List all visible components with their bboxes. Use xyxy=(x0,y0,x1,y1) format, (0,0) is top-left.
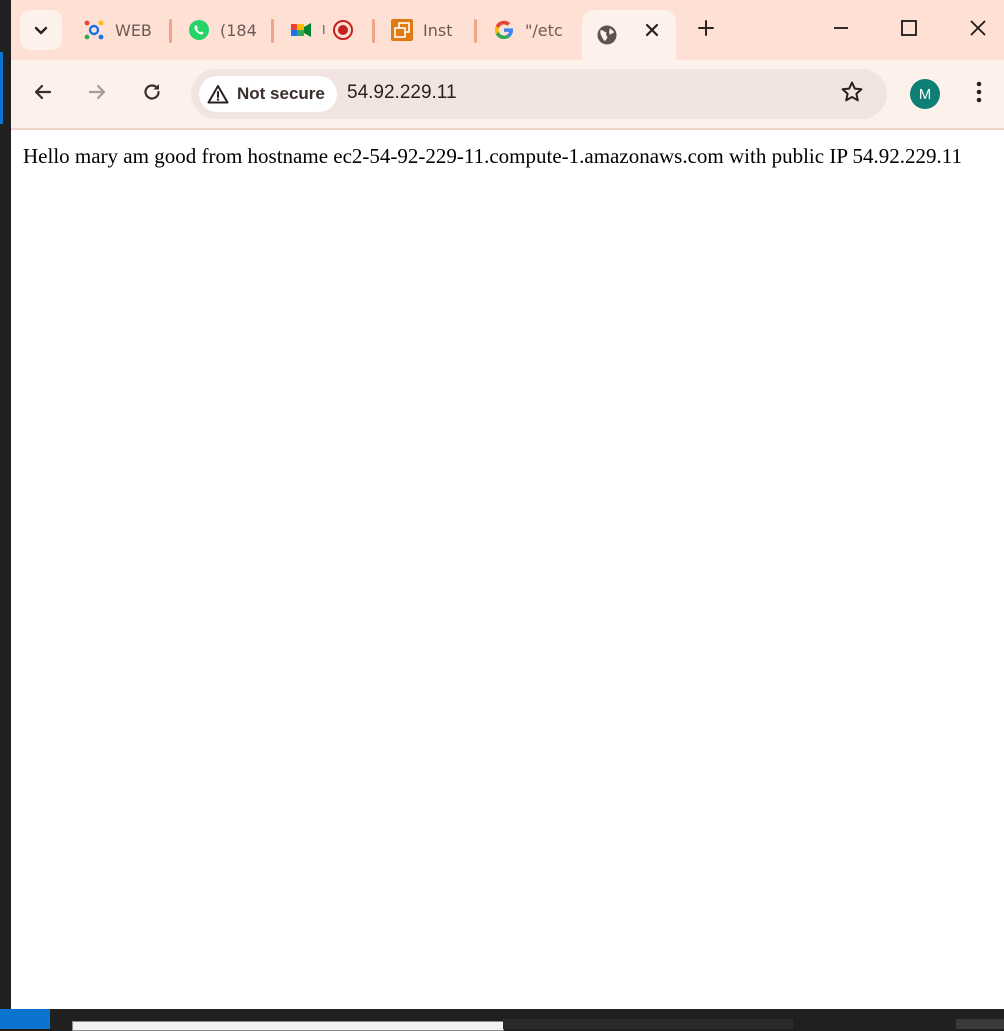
tab-title: (184 xyxy=(220,20,257,40)
tab-whatsapp[interactable]: (184 xyxy=(188,10,260,50)
close-icon xyxy=(969,19,987,41)
tab-web[interactable]: WEB xyxy=(83,10,155,50)
star-icon xyxy=(840,80,864,108)
tab-title: "/etc xyxy=(525,20,563,40)
plus-icon xyxy=(697,19,715,41)
address-bar[interactable]: Not secure 54.92.229.11 xyxy=(191,69,887,119)
taskbar-accent xyxy=(0,1009,50,1029)
taskbar-field xyxy=(72,1021,504,1031)
bookmark-button[interactable] xyxy=(839,81,865,107)
page-body-text: Hello mary am good from hostname ec2-54-… xyxy=(23,144,962,168)
reload-icon xyxy=(142,82,162,106)
tab-separator xyxy=(372,19,375,43)
tab-title: Inst xyxy=(423,20,453,40)
back-button[interactable] xyxy=(25,76,61,112)
desktop-background xyxy=(0,0,11,1029)
security-indicator[interactable]: Not secure xyxy=(199,76,337,112)
google-meet-icon xyxy=(290,19,312,41)
arrow-left-icon xyxy=(33,82,53,106)
more-vertical-icon xyxy=(976,81,982,107)
globe-icon xyxy=(596,24,618,46)
tab-title: I xyxy=(322,23,326,37)
desktop-accent-bar xyxy=(0,52,3,124)
tab-separator xyxy=(169,19,172,43)
new-tab-button[interactable] xyxy=(683,10,729,50)
minimize-icon xyxy=(832,19,850,41)
url-text[interactable]: 54.92.229.11 xyxy=(347,82,457,104)
maximize-button[interactable] xyxy=(886,10,932,50)
tab-active[interactable] xyxy=(582,10,676,60)
recording-icon xyxy=(332,19,354,41)
taskbar xyxy=(0,1009,1004,1031)
instances-icon xyxy=(391,19,413,41)
chevron-down-icon xyxy=(34,21,48,40)
profile-avatar[interactable]: M xyxy=(910,79,940,109)
tab-separator xyxy=(474,19,477,43)
tab-title: WEB xyxy=(115,20,152,40)
minimize-button[interactable] xyxy=(818,10,864,50)
taskbar-panel-right xyxy=(956,1019,1004,1029)
browser-window: WEB (184 I Inst "/etc Not secure 54.92.2… xyxy=(11,0,1004,1009)
security-label: Not secure xyxy=(237,84,325,103)
arrow-right-icon xyxy=(87,82,107,106)
taskbar-panel xyxy=(503,1019,793,1029)
whatsapp-icon xyxy=(188,19,210,41)
tab-separator xyxy=(271,19,274,43)
warning-icon xyxy=(207,84,229,104)
close-tab-icon[interactable] xyxy=(644,22,660,38)
reload-button[interactable] xyxy=(134,76,170,112)
helix-icon xyxy=(83,19,105,41)
tab-search-button[interactable] xyxy=(20,10,62,50)
browser-toolbar: Not secure 54.92.229.11 M xyxy=(11,60,1004,130)
google-icon xyxy=(493,19,515,41)
page-content: Hello mary am good from hostname ec2-54-… xyxy=(11,130,1004,1009)
tab-google-search[interactable]: "/etc xyxy=(493,10,563,50)
tab-google-meet[interactable]: I xyxy=(290,10,368,50)
close-window-button[interactable] xyxy=(955,10,1001,50)
maximize-icon xyxy=(900,19,918,41)
forward-button[interactable] xyxy=(79,76,115,112)
browser-menu-button[interactable] xyxy=(966,76,992,112)
tab-strip: WEB (184 I Inst "/etc xyxy=(11,0,1004,60)
tab-instances[interactable]: Inst xyxy=(391,10,461,50)
